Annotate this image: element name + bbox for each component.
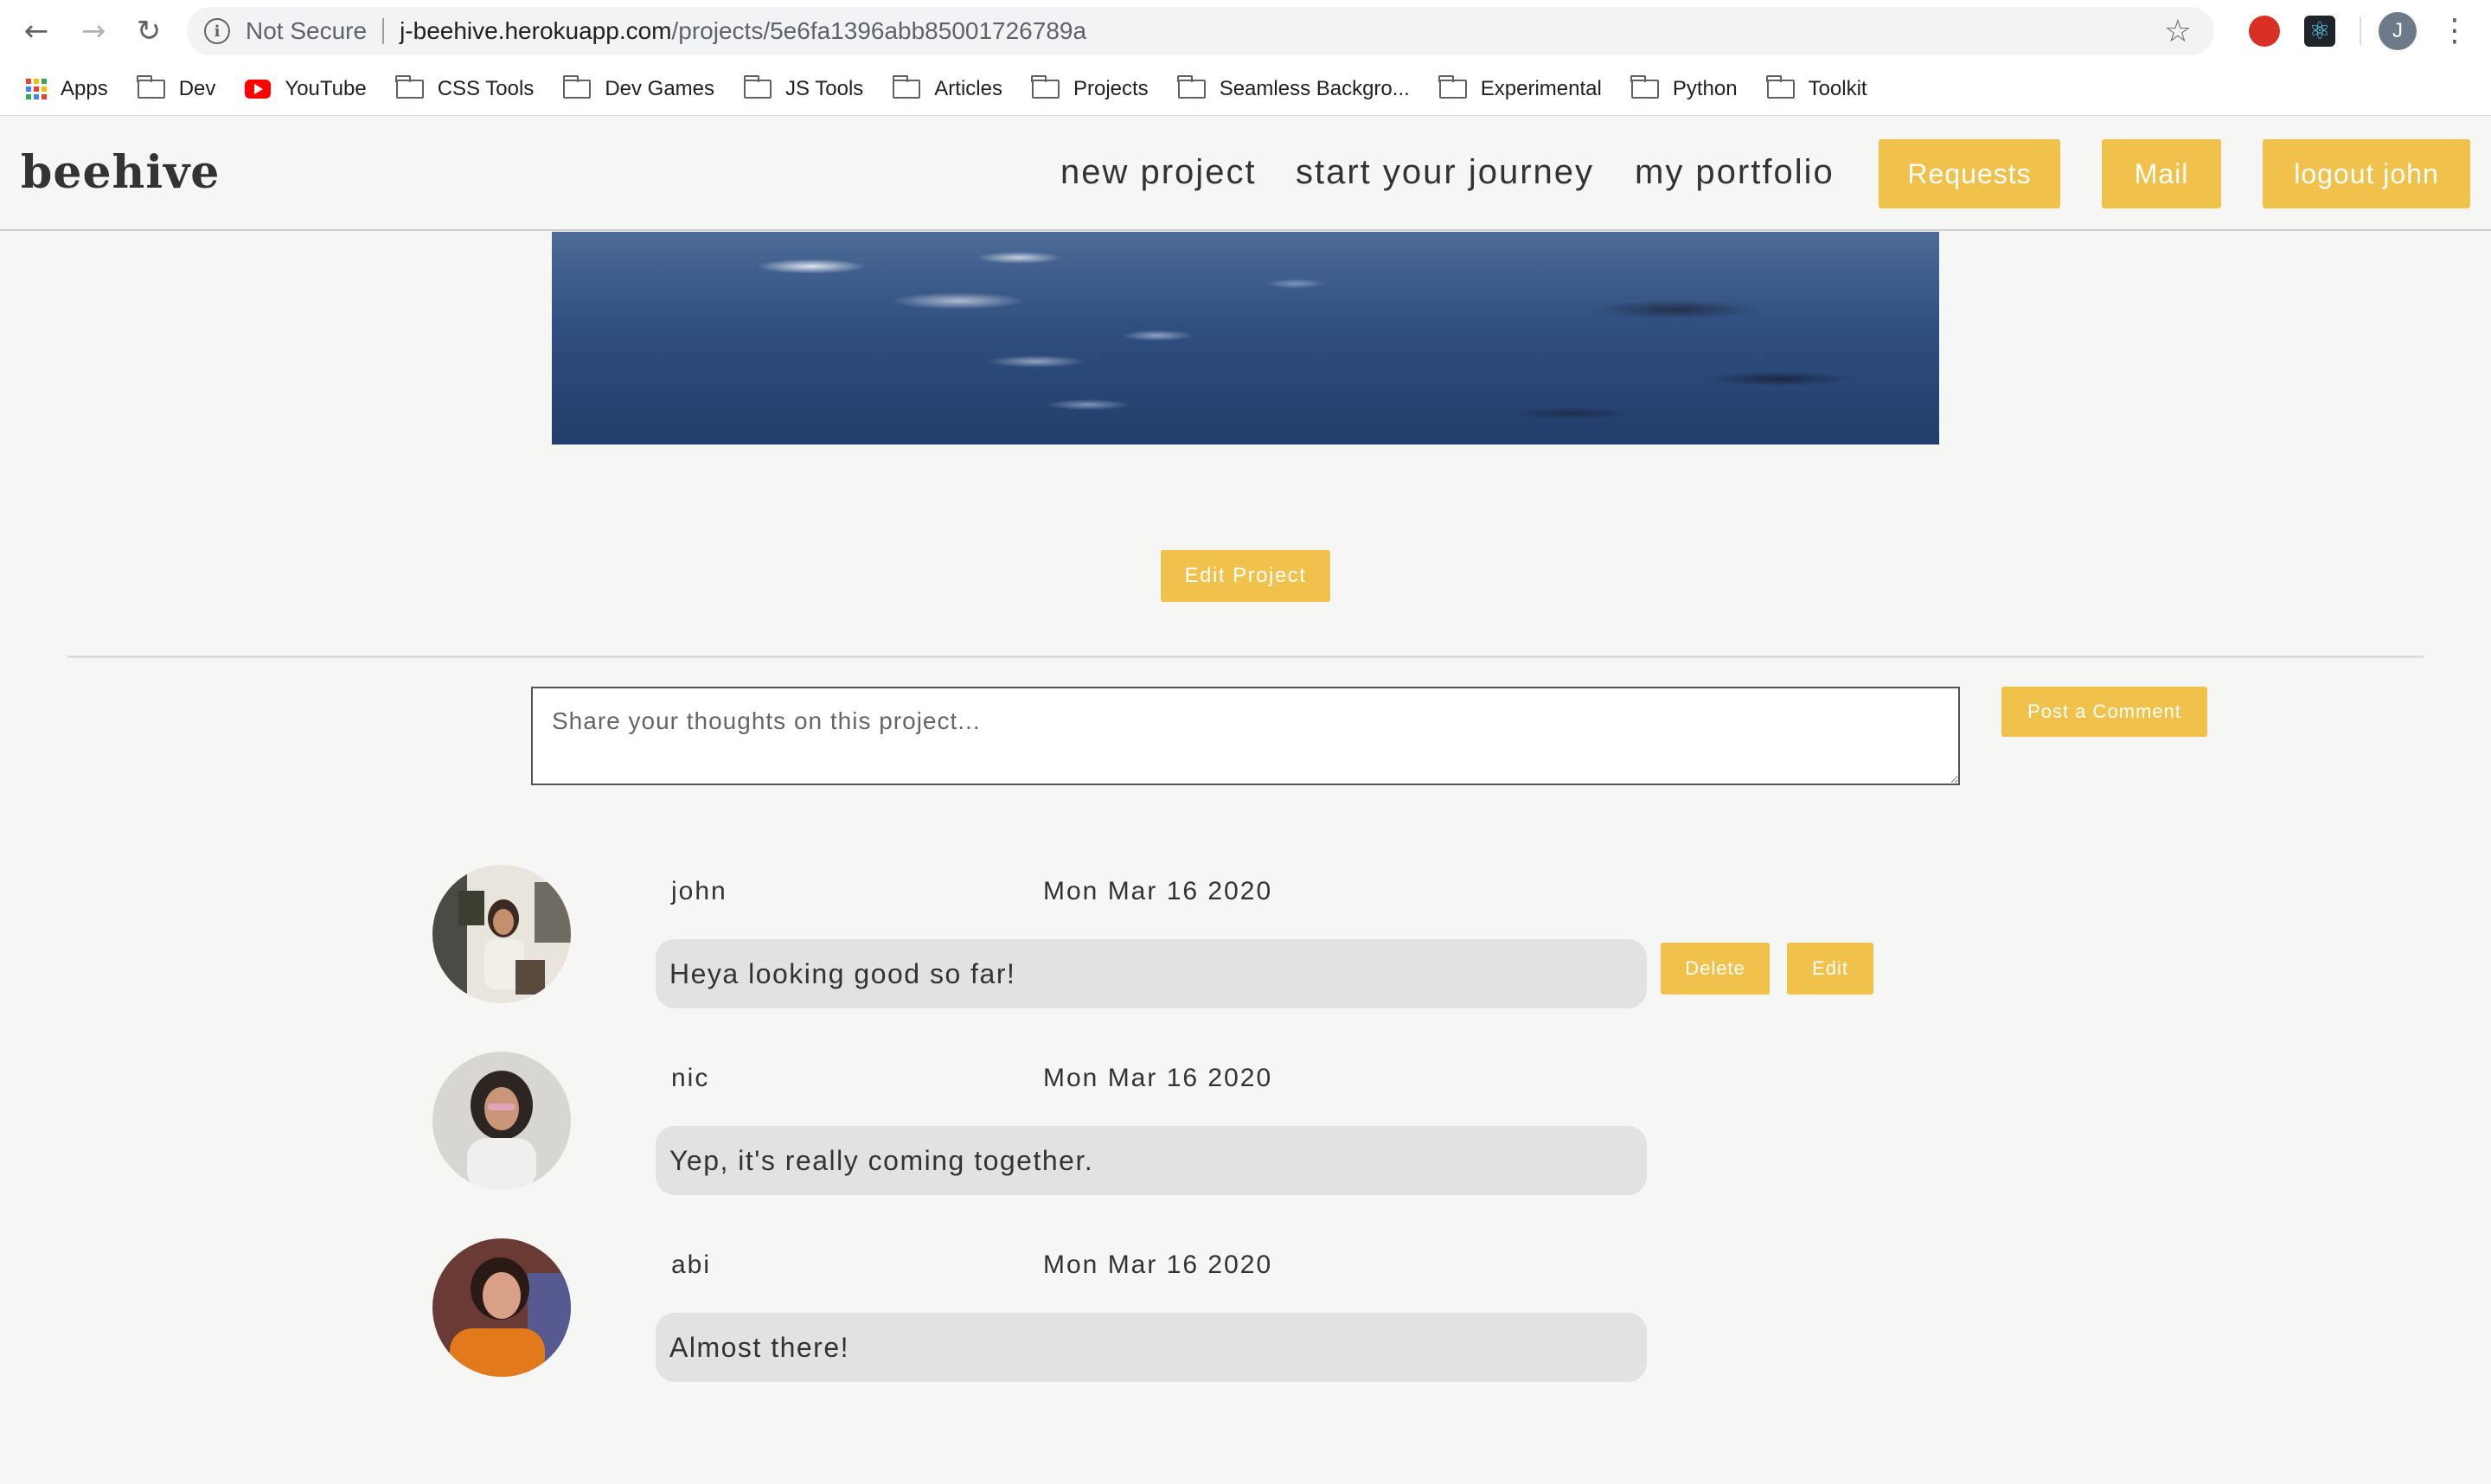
bookmark-projects[interactable]: Projects [1031, 74, 1149, 101]
url-host: j-beehive.herokuapp.com [400, 17, 672, 44]
bookmark-css-tools[interactable]: CSS Tools [395, 74, 535, 101]
bookmark-dev-games[interactable]: Dev Games [562, 74, 715, 101]
project-image [552, 232, 1939, 445]
bookmark-toolkit[interactable]: Toolkit [1766, 74, 1867, 101]
bookmark-js-tools[interactable]: JS Tools [743, 74, 864, 101]
security-label: Not Secure [246, 17, 368, 44]
comment-text: Yep, it's really coming together. [656, 1126, 1647, 1195]
adblock-extension-icon[interactable] [2249, 16, 2280, 47]
mail-button[interactable]: Mail [2102, 139, 2221, 208]
bookmarks-bar: Apps Dev YouTube CSS Tools Dev Games JS … [0, 62, 2491, 116]
bookmark-label: Dev Games [605, 76, 715, 100]
bookmark-label: Dev [178, 76, 216, 100]
apps-grid-icon [26, 78, 47, 99]
avatar-photo [432, 1052, 571, 1190]
folder-icon [892, 74, 921, 99]
folder-icon [395, 74, 424, 99]
bookmark-experimental[interactable]: Experimental [1438, 74, 1602, 101]
edit-comment-button[interactable]: Edit [1787, 943, 1873, 995]
youtube-icon [245, 79, 272, 99]
comment-author: abi [671, 1251, 712, 1279]
bookmark-label: Toolkit [1808, 76, 1867, 100]
url-path: /projects/5e6fa1396abb85001726789a [671, 17, 1087, 44]
avatar[interactable] [432, 1052, 571, 1190]
bookmark-label: Python [1672, 76, 1738, 100]
menu-kebab-icon[interactable]: ⋮ [2439, 12, 2470, 50]
comment-item: john Mon Mar 16 2020 Heya looking good s… [0, 865, 2491, 1038]
folder-icon [1766, 74, 1795, 99]
react-devtools-icon[interactable]: ⚛ [2304, 16, 2335, 47]
folder-icon [1177, 74, 1206, 99]
logout-button[interactable]: logout john [2263, 139, 2470, 208]
forward-arrow-icon[interactable]: → [74, 12, 112, 50]
bookmark-python[interactable]: Python [1630, 74, 1738, 101]
edit-project-button[interactable]: Edit Project [1161, 550, 1330, 602]
folder-icon [562, 74, 592, 99]
site-header: beehive new project start your journey m… [0, 117, 2491, 231]
nav-new-project[interactable]: new project [1060, 153, 1257, 192]
bookmark-apps[interactable]: Apps [26, 77, 108, 101]
toolbar-divider [2360, 17, 2361, 45]
address-separator [382, 18, 385, 44]
avatar[interactable] [432, 1238, 571, 1377]
reload-icon[interactable]: ↻ [130, 12, 168, 50]
comment-author: john [671, 877, 727, 905]
comment-author: nic [671, 1064, 710, 1092]
bookmark-label: Seamless Backgro... [1219, 76, 1410, 100]
bookmark-label: YouTube [285, 76, 367, 100]
brand-logo[interactable]: beehive [21, 146, 220, 199]
bookmark-dev[interactable]: Dev [137, 74, 216, 101]
requests-button[interactable]: Requests [1879, 139, 2060, 208]
folder-icon [743, 74, 772, 99]
browser-toolbar: ← → ↻ i Not Secure j-beehive.herokuapp.c… [0, 0, 2491, 62]
post-comment-button[interactable]: Post a Comment [2001, 687, 2207, 737]
avatar[interactable] [432, 865, 571, 1003]
bookmark-label: Projects [1073, 76, 1149, 100]
bookmark-youtube[interactable]: YouTube [245, 76, 367, 101]
profile-avatar[interactable]: J [2379, 12, 2417, 50]
comment-item: nic Mon Mar 16 2020 Yep, it's really com… [0, 1052, 2491, 1225]
comment-text: Heya looking good so far! [656, 939, 1647, 1008]
address-bar[interactable]: i Not Secure j-beehive.herokuapp.com/pro… [187, 7, 2214, 55]
folder-icon [1031, 74, 1060, 99]
avatar-photo [432, 1238, 571, 1377]
delete-comment-button[interactable]: Delete [1661, 943, 1770, 995]
nav-start-journey[interactable]: start your journey [1296, 153, 1594, 192]
bookmark-label: Experimental [1480, 76, 1602, 100]
section-divider [67, 656, 2424, 658]
comment-item: abi Mon Mar 16 2020 Almost there! [0, 1238, 2491, 1411]
folder-icon [1630, 74, 1659, 99]
bookmark-label: CSS Tools [437, 76, 535, 100]
bookmark-articles[interactable]: Articles [892, 74, 1002, 101]
bookmark-star-icon[interactable]: ☆ [2164, 14, 2192, 49]
comment-date: Mon Mar 16 2020 [1043, 877, 1273, 905]
info-icon[interactable]: i [204, 18, 230, 44]
nav-my-portfolio[interactable]: my portfolio [1635, 153, 1835, 192]
comment-input[interactable] [531, 687, 1960, 785]
avatar-photo [432, 865, 571, 1003]
comment-date: Mon Mar 16 2020 [1043, 1251, 1273, 1279]
comment-date: Mon Mar 16 2020 [1043, 1064, 1273, 1092]
bookmark-label: JS Tools [785, 76, 864, 100]
back-arrow-icon[interactable]: ← [17, 12, 55, 50]
comment-text: Almost there! [656, 1313, 1647, 1382]
folder-icon [137, 74, 165, 99]
bookmark-label: Apps [61, 76, 108, 100]
bookmark-label: Articles [934, 76, 1002, 100]
bookmark-seamless-backgrounds[interactable]: Seamless Backgro... [1177, 74, 1410, 101]
folder-icon [1438, 74, 1467, 99]
